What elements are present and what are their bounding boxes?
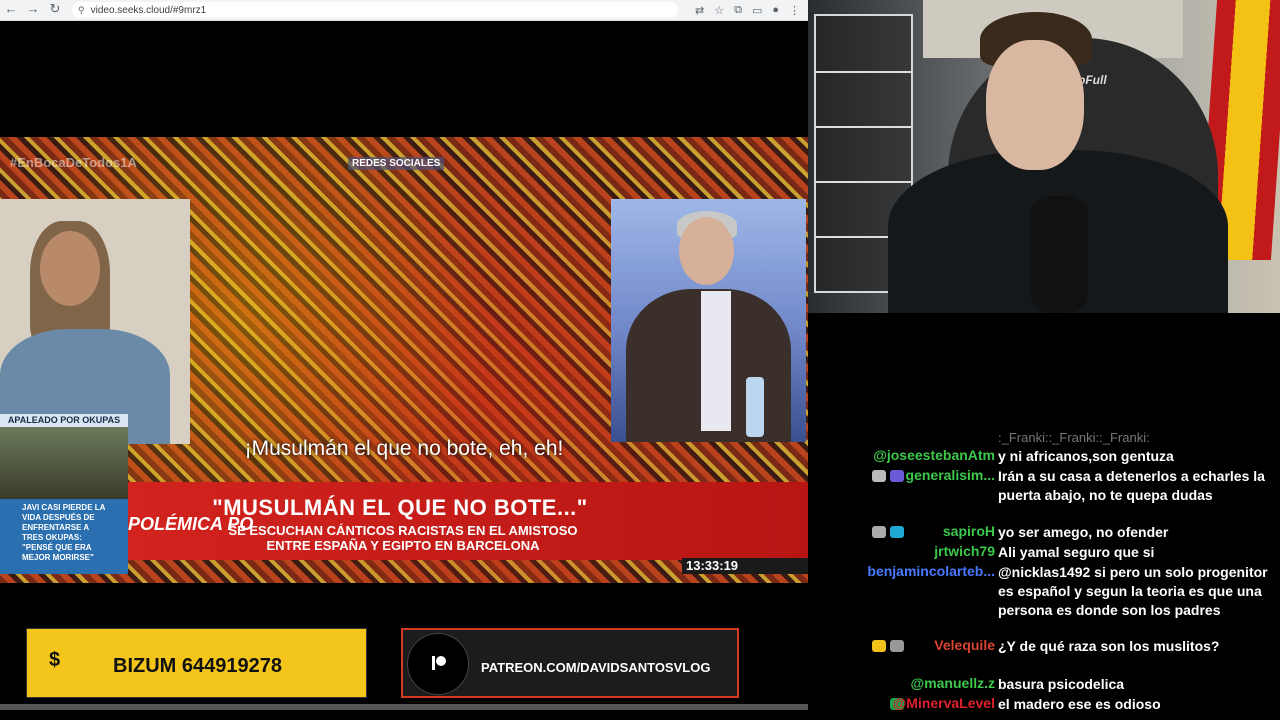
- microphone-icon: [1030, 196, 1088, 313]
- chat-username[interactable]: Velequile: [934, 637, 995, 653]
- host-video-inset: [611, 199, 806, 442]
- video-subtitle: ¡Musulmán el que no bote, eh, eh!: [244, 437, 564, 460]
- side-story-label: APALEADO POR OKUPAS: [0, 414, 128, 427]
- chat-username[interactable]: jrtwich79: [934, 543, 995, 559]
- chat-username[interactable]: benjamincolarteb...: [867, 563, 995, 579]
- video-player[interactable]: #EnBocaDeTodos1A REDES SOCIALES APALEADO…: [0, 137, 808, 583]
- extensions-icon[interactable]: ⧉: [734, 4, 742, 17]
- chat-text: yo ser amego, no ofender: [998, 524, 1169, 540]
- chat-text: Irán a su casa a detenerlos a echarles l…: [998, 468, 1265, 503]
- chat-text: @nicklas1492 si pero un solo progenitor …: [998, 564, 1268, 618]
- chat-username[interactable]: generalisim...: [906, 467, 995, 483]
- chat-badge-icon: [872, 640, 886, 652]
- chat-text: y ni africanos,son gentuza: [998, 448, 1174, 464]
- chat-username[interactable]: sapiroH: [943, 523, 995, 539]
- news-headline: "MUSULMÁN EL QUE NO BOTE...": [212, 495, 588, 520]
- hashtag-label: #EnBocaDeTodos1A: [10, 155, 137, 170]
- chat-badge-icon: [890, 526, 904, 538]
- patreon-logo: [407, 633, 469, 695]
- chat-username[interactable]: @MinervaLevel: [893, 695, 995, 711]
- chat-text: ¿Y de qué raza son los muslitos?: [998, 638, 1220, 654]
- patreon-banner: PATREON.COM/DAVIDSANTOSVLOG: [401, 628, 739, 698]
- reload-icon[interactable]: ↻: [44, 0, 66, 20]
- dollar-icon: $: [49, 649, 61, 671]
- webcam-feed: oFull: [808, 0, 1280, 313]
- news-subheadline: SE ESCUCHAN CÁNTICOS RACISTAS EN EL AMIS…: [228, 523, 578, 553]
- chat-text: el madero ese es odioso: [998, 696, 1161, 712]
- guest-video-inset: [0, 199, 190, 444]
- bookmark-star-icon[interactable]: ☆: [714, 4, 724, 17]
- patreon-icon: [432, 656, 446, 670]
- profile-avatar[interactable]: ●: [772, 4, 779, 17]
- chat-badge-icon: [890, 470, 904, 482]
- water-bottle-image: [746, 377, 764, 437]
- chat-badge-icon: [872, 470, 886, 482]
- patreon-text: PATREON.COM/DAVIDSANTOSVLOG: [481, 660, 711, 675]
- streamer-face: [986, 40, 1084, 170]
- translate-icon[interactable]: ⇄: [695, 4, 704, 17]
- url-text: video.seeks.cloud/#9mrz1: [90, 4, 207, 16]
- back-icon[interactable]: ←: [0, 0, 22, 20]
- side-story-text: JAVI CASI PIERDE LA VIDA DESPUÉS DE ENFR…: [0, 499, 128, 574]
- chat-username[interactable]: @manuellz.z: [911, 675, 995, 691]
- bizum-text: BIZUM 644919278: [113, 655, 282, 677]
- address-bar[interactable]: ⚲ video.seeks.cloud/#9mrz1: [72, 2, 678, 18]
- live-chat: :_Franki::_Franki::_Franki: @joseesteban…: [808, 400, 1280, 720]
- chat-text: Ali yamal seguro que si: [998, 544, 1155, 560]
- source-label: REDES SOCIALES: [348, 157, 445, 170]
- bizum-banner: $ BIZUM 644919278: [26, 628, 367, 698]
- browser-toolbar: ← → ↻ ⚲ video.seeks.cloud/#9mrz1 ⇄ ☆ ⧉ ▭…: [0, 0, 808, 21]
- cast-icon[interactable]: ▭: [752, 4, 762, 17]
- chat-username[interactable]: @joseestebanAtm: [873, 447, 995, 463]
- chat-badge-icon: [890, 640, 904, 652]
- chat-faded-message: :_Franki::_Franki::_Franki:: [998, 430, 1150, 445]
- forward-icon[interactable]: →: [22, 0, 44, 20]
- broadcast-clock: 13:33:19: [682, 558, 808, 574]
- menu-icon[interactable]: ⋮: [789, 4, 800, 17]
- chat-text: basura psicodelica: [998, 676, 1125, 692]
- site-info-icon[interactable]: ⚲: [78, 5, 85, 16]
- chat-badge-icon: [872, 526, 886, 538]
- horizontal-scrollbar[interactable]: [0, 704, 808, 710]
